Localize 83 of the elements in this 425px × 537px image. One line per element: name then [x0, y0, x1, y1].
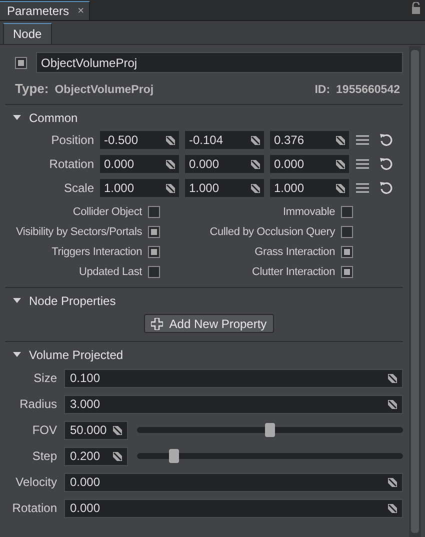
- property-label: Step: [31, 449, 57, 463]
- drag-arrow-icon: [166, 160, 175, 168]
- flag-label: Triggers Interaction: [52, 246, 142, 258]
- drag-arrow-icon: [388, 374, 397, 382]
- drag-arrow-icon: [251, 160, 260, 168]
- drag-arrow-icon: [251, 136, 260, 144]
- checkbox[interactable]: [148, 266, 160, 278]
- menu-icon[interactable]: [356, 135, 369, 145]
- flag-label: Collider Object: [72, 206, 142, 218]
- menu-icon[interactable]: [356, 159, 369, 169]
- flag-label: Visibility by Sectors/Portals: [16, 226, 142, 238]
- number-field[interactable]: 50.000: [64, 420, 128, 440]
- number-field[interactable]: 0.100: [64, 368, 403, 388]
- checkbox[interactable]: [148, 226, 160, 238]
- checkbox[interactable]: [341, 226, 353, 238]
- slider-thumb[interactable]: [169, 449, 179, 463]
- property-label: Rotation: [11, 501, 57, 515]
- drag-arrow-icon: [166, 136, 175, 144]
- property-label: Rotation: [48, 157, 94, 171]
- node-tab[interactable]: Node: [3, 23, 52, 44]
- enabled-checkbox[interactable]: [15, 56, 27, 68]
- checkbox[interactable]: [341, 266, 353, 278]
- number-field[interactable]: 0.000: [64, 472, 403, 492]
- checkbox[interactable]: [148, 206, 160, 218]
- section-header[interactable]: Volume Projected: [5, 342, 403, 362]
- scrollbar[interactable]: [409, 46, 421, 537]
- add-property-button[interactable]: Add New Property: [144, 314, 274, 333]
- number-field[interactable]: 1.000: [270, 179, 349, 197]
- drag-arrow-icon: [251, 184, 260, 192]
- drag-arrow-icon: [388, 504, 397, 512]
- number-field[interactable]: 0.376: [270, 131, 349, 149]
- section-header[interactable]: Common: [5, 105, 403, 125]
- number-field[interactable]: -0.104: [185, 131, 264, 149]
- checkbox[interactable]: [341, 246, 353, 258]
- property-label: Velocity: [14, 475, 57, 489]
- slider-thumb[interactable]: [265, 423, 275, 437]
- checkbox[interactable]: [341, 206, 353, 218]
- id-value: 1955660542: [336, 84, 400, 96]
- drag-arrow-icon: [336, 136, 345, 144]
- number-field[interactable]: 1.000: [100, 179, 179, 197]
- flag-label: Immovable: [283, 206, 335, 218]
- type-value: ObjectVolumeProj: [54, 84, 154, 96]
- flag-label: Updated Last: [78, 266, 142, 278]
- close-button[interactable]: ×: [78, 5, 84, 17]
- number-field[interactable]: 0.000: [270, 155, 349, 173]
- flag-label: Culled by Occlusion Query: [210, 226, 335, 238]
- checkbox[interactable]: [148, 246, 160, 258]
- number-field[interactable]: 0.000: [100, 155, 179, 173]
- section-title: Volume Projected: [29, 348, 124, 362]
- property-label: Scale: [62, 181, 94, 195]
- lock-icon[interactable]: [411, 2, 421, 14]
- reset-icon[interactable]: [379, 157, 393, 171]
- number-field[interactable]: -0.500: [100, 131, 179, 149]
- property-label: FOV: [31, 423, 57, 437]
- number-field[interactable]: 1.000: [185, 179, 264, 197]
- reset-icon[interactable]: [379, 133, 393, 147]
- flag-label: Grass Interaction: [254, 246, 335, 258]
- drag-arrow-icon: [113, 426, 122, 434]
- drag-arrow-icon: [388, 478, 397, 486]
- section-header[interactable]: Node Properties: [5, 288, 403, 308]
- menu-icon[interactable]: [356, 183, 369, 193]
- property-label: Size: [32, 371, 57, 385]
- panel-title: Parameters: [7, 4, 70, 18]
- property-label: Radius: [18, 397, 57, 411]
- type-label: Type:: [15, 81, 49, 96]
- drag-arrow-icon: [336, 184, 345, 192]
- number-field[interactable]: 0.000: [185, 155, 264, 173]
- reset-icon[interactable]: [379, 181, 393, 195]
- drag-arrow-icon: [388, 400, 397, 408]
- drag-arrow-icon: [113, 452, 122, 460]
- number-field[interactable]: 0.000: [64, 498, 403, 518]
- number-field[interactable]: 3.000: [64, 394, 403, 414]
- drag-arrow-icon: [166, 184, 175, 192]
- number-field[interactable]: 0.200: [64, 446, 128, 466]
- drag-arrow-icon: [336, 160, 345, 168]
- section-title: Node Properties: [29, 294, 116, 308]
- property-label: Position: [50, 133, 94, 147]
- flag-label: Clutter Interaction: [252, 266, 335, 278]
- name-field[interactable]: ObjectVolumeProj: [36, 52, 403, 73]
- id-label: ID:: [314, 84, 330, 96]
- panel-tab[interactable]: Parameters ×: [0, 1, 90, 20]
- plus-icon: [151, 318, 164, 330]
- section-title: Common: [29, 110, 78, 124]
